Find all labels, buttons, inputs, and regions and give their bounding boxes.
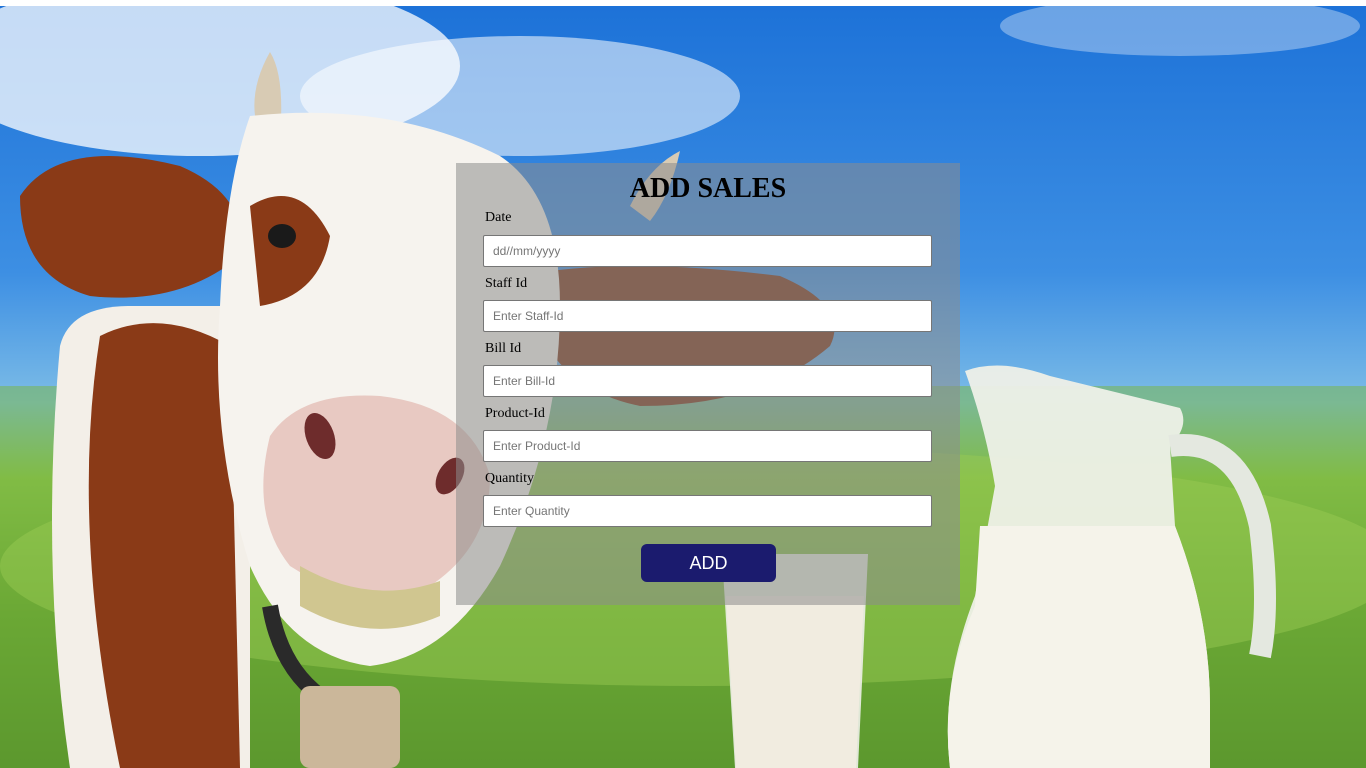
product-id-label: Product-Id bbox=[485, 406, 545, 421]
date-input[interactable] bbox=[483, 235, 932, 267]
bill-id-input[interactable] bbox=[483, 365, 932, 397]
quantity-input[interactable] bbox=[483, 495, 932, 527]
add-sales-form: ADD SALES Date Staff Id Bill Id Product-… bbox=[456, 163, 960, 605]
form-title: ADD SALES bbox=[629, 173, 787, 204]
add-button[interactable]: ADD bbox=[641, 544, 776, 582]
bill-id-label: Bill Id bbox=[485, 341, 522, 356]
quantity-label: Quantity bbox=[485, 471, 534, 486]
date-label: Date bbox=[485, 210, 512, 225]
staff-id-input[interactable] bbox=[483, 300, 932, 332]
product-id-input[interactable] bbox=[483, 430, 932, 462]
staff-id-label: Staff Id bbox=[485, 276, 528, 291]
